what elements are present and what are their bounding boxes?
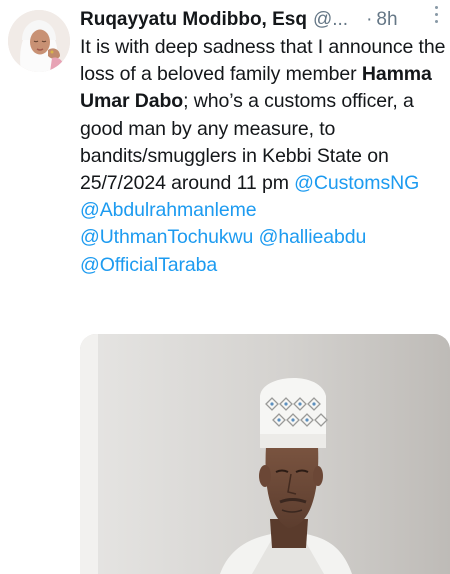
portrait-photo: [80, 334, 450, 574]
author-avatar[interactable]: [8, 10, 70, 72]
mention-link[interactable]: @OfficialTaraba: [80, 254, 217, 276]
author-display-name[interactable]: Ruqayyatu Modibbo, Esq: [80, 9, 307, 31]
tweet-header: Ruqayyatu Modibbo, Esq @... · 8h: [80, 6, 444, 34]
mention-link[interactable]: @hallieabdu: [259, 226, 367, 248]
avatar-photo: [8, 10, 70, 72]
tweet-timestamp[interactable]: 8h: [376, 9, 397, 31]
mention-link[interactable]: @Abdulrahmanleme: [80, 199, 257, 221]
more-vertical-icon[interactable]: [426, 2, 446, 26]
mention-link[interactable]: @UthmanTochukwu: [80, 226, 253, 248]
tweet-media-photo[interactable]: [80, 334, 450, 574]
tweet-card[interactable]: Ruqayyatu Modibbo, Esq @... · 8h It is w…: [0, 0, 450, 574]
author-handle[interactable]: @...: [313, 9, 348, 31]
separator-dot: ·: [366, 9, 373, 30]
tweet-text: It is with deep sadness that I announce …: [80, 34, 446, 279]
mention-link[interactable]: @CustomsNG: [294, 172, 419, 194]
